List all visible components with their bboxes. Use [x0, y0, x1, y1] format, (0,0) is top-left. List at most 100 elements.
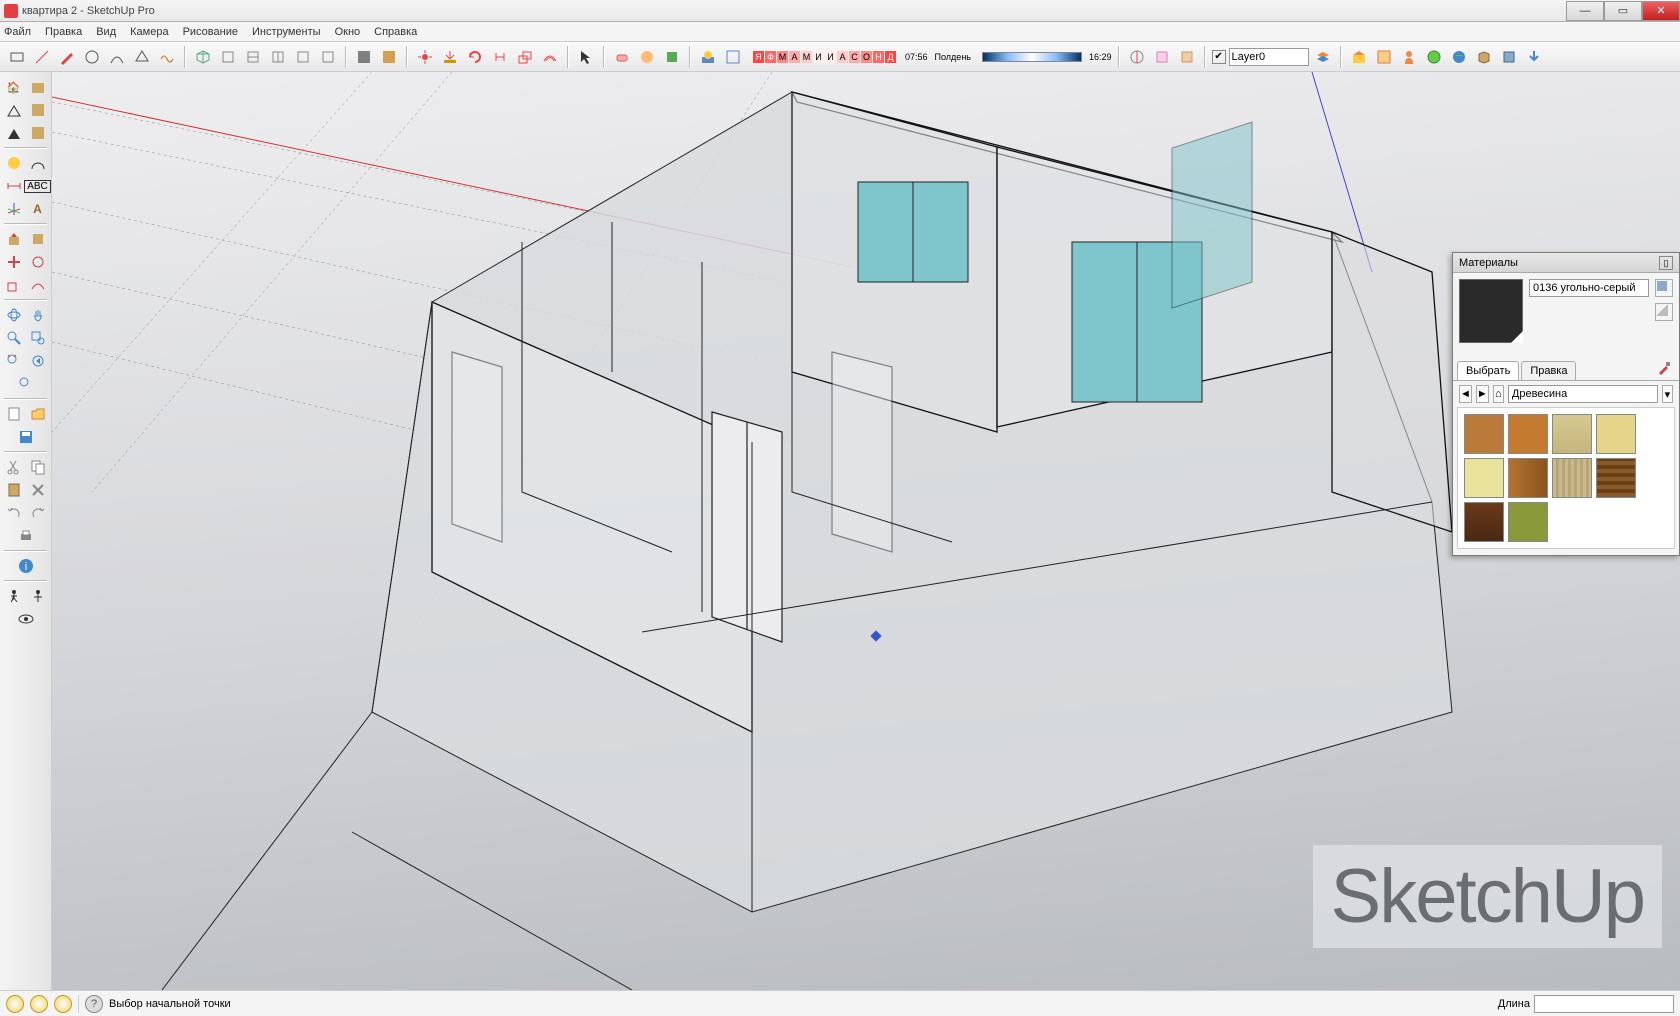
flip-icon[interactable]	[489, 46, 511, 68]
close-button[interactable]: ✕	[1642, 1, 1680, 21]
section-icon[interactable]	[1126, 46, 1148, 68]
materials-icon[interactable]	[27, 99, 49, 121]
person-icon[interactable]	[1398, 46, 1420, 68]
left-view-icon[interactable]	[317, 46, 339, 68]
scale-tool-icon[interactable]	[3, 274, 25, 296]
materials-forward-icon[interactable]: ►	[1476, 385, 1489, 403]
save-icon[interactable]	[15, 426, 37, 448]
shadow-toggle-icon[interactable]	[697, 46, 719, 68]
eraser-icon[interactable]	[611, 46, 633, 68]
pencil-icon[interactable]	[56, 46, 78, 68]
zoom-extents-icon[interactable]	[3, 350, 25, 372]
shadow-settings-icon[interactable]	[722, 46, 744, 68]
tape-icon[interactable]	[3, 152, 25, 174]
zoom-icon[interactable]	[3, 327, 25, 349]
top-view-icon[interactable]	[217, 46, 239, 68]
materials-tab-select[interactable]: Выбрать	[1457, 361, 1519, 380]
geo-icon[interactable]	[1423, 46, 1445, 68]
shaded-icon[interactable]	[378, 46, 400, 68]
explode-icon[interactable]	[414, 46, 436, 68]
materials-category-select[interactable]	[1508, 385, 1658, 403]
measure-input[interactable]	[1534, 995, 1674, 1013]
new-icon[interactable]	[3, 403, 25, 425]
front-view-icon[interactable]	[242, 46, 264, 68]
components-icon[interactable]	[1373, 46, 1395, 68]
box-icon[interactable]	[1473, 46, 1495, 68]
axes-icon[interactable]	[3, 198, 25, 220]
material-swatch[interactable]	[1464, 414, 1504, 454]
outliner-icon[interactable]	[3, 99, 25, 121]
materials-panel-close-icon[interactable]: ▯	[1659, 256, 1673, 270]
followme-icon[interactable]	[27, 228, 49, 250]
print-icon[interactable]	[15, 525, 37, 547]
menu-file[interactable]: Файл	[4, 26, 31, 38]
material-swatch[interactable]	[1508, 458, 1548, 498]
zoom-window-icon[interactable]	[27, 327, 49, 349]
menu-view[interactable]: Вид	[96, 26, 116, 38]
position-camera-icon[interactable]	[15, 373, 37, 395]
circle-tool-icon[interactable]	[81, 46, 103, 68]
paint-icon[interactable]	[661, 46, 683, 68]
minimize-button[interactable]: —	[1566, 1, 1604, 21]
materials-back-icon[interactable]: ◄	[1459, 385, 1472, 403]
layer-visible-checkbox[interactable]: ✔	[1212, 50, 1226, 64]
3dtext-icon[interactable]: A	[27, 198, 49, 220]
move-icon[interactable]	[3, 251, 25, 273]
eyedropper-icon[interactable]	[1657, 361, 1675, 379]
rectangle-tool-icon[interactable]	[6, 46, 28, 68]
create-material-icon[interactable]	[1655, 279, 1673, 297]
section-plane-icon[interactable]	[1151, 46, 1173, 68]
section-cut-icon[interactable]	[1176, 46, 1198, 68]
shadow-time-slider[interactable]	[982, 52, 1082, 62]
pan-icon[interactable]	[27, 304, 49, 326]
open-icon[interactable]	[27, 403, 49, 425]
menu-draw[interactable]: Рисование	[183, 26, 238, 38]
orbit-icon[interactable]	[3, 304, 25, 326]
help-icon[interactable]: ?	[85, 995, 103, 1013]
protractor-icon[interactable]	[27, 152, 49, 174]
menu-edit[interactable]: Правка	[45, 26, 82, 38]
material-swatch[interactable]	[1552, 458, 1592, 498]
material-swatch[interactable]	[1508, 414, 1548, 454]
menu-camera[interactable]: Камера	[130, 26, 168, 38]
redo-icon[interactable]	[27, 502, 49, 524]
styles-panel-icon[interactable]	[27, 122, 49, 144]
menu-tools[interactable]: Инструменты	[252, 26, 321, 38]
material-swatch[interactable]	[1596, 458, 1636, 498]
material-swatch[interactable]	[1464, 458, 1504, 498]
info-icon[interactable]: i	[15, 555, 37, 577]
layer-select[interactable]	[1229, 48, 1309, 66]
model-info-icon[interactable]: 🏠	[3, 76, 25, 98]
warehouse-icon[interactable]	[1348, 46, 1370, 68]
status-icon-3[interactable]	[54, 995, 72, 1013]
material-swatch[interactable]	[1508, 502, 1548, 542]
select-tool-icon[interactable]	[575, 46, 597, 68]
rotate-icon[interactable]	[464, 46, 486, 68]
material-swatch[interactable]	[1552, 414, 1592, 454]
offset-icon[interactable]	[539, 46, 561, 68]
undo-icon[interactable]	[3, 502, 25, 524]
materials-home-icon[interactable]: ⌂	[1493, 385, 1504, 403]
menu-help[interactable]: Справка	[374, 26, 417, 38]
walk-icon[interactable]	[3, 585, 25, 607]
earth-icon[interactable]	[1448, 46, 1470, 68]
xray-icon[interactable]	[353, 46, 375, 68]
arc-tool-icon[interactable]	[106, 46, 128, 68]
scale-icon[interactable]	[514, 46, 536, 68]
pushpull-icon[interactable]	[3, 228, 25, 250]
material-name-input[interactable]	[1529, 279, 1649, 297]
paste-icon[interactable]	[3, 479, 25, 501]
layer-manager-icon[interactable]	[1312, 46, 1334, 68]
delete-icon[interactable]	[27, 479, 49, 501]
menu-window[interactable]: Окно	[335, 26, 361, 38]
3d-viewport[interactable]: SketchUp Материалы ▯ Выбрать Правка	[52, 72, 1680, 990]
status-icon-2[interactable]	[30, 995, 48, 1013]
text-icon[interactable]: ABC	[27, 175, 49, 197]
cut-icon[interactable]	[3, 456, 25, 478]
look-icon[interactable]	[27, 585, 49, 607]
import-icon[interactable]	[439, 46, 461, 68]
back-view-icon[interactable]	[292, 46, 314, 68]
download-icon[interactable]	[1523, 46, 1545, 68]
shadow-month-bar[interactable]: Я Ф М А М И И А С О Н Д	[753, 50, 896, 64]
polygon-tool-icon[interactable]	[131, 46, 153, 68]
